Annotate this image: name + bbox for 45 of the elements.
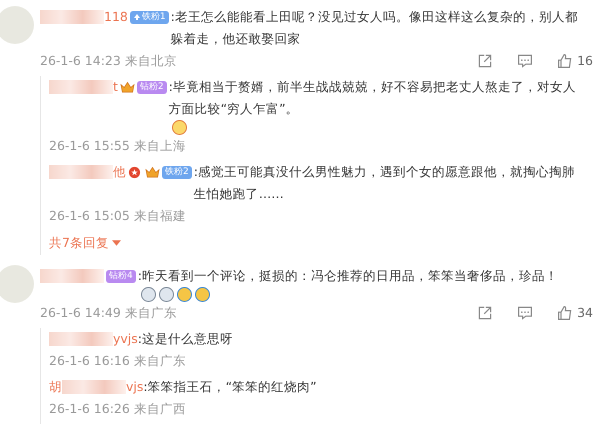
emoji-icon <box>158 287 174 302</box>
more-replies-link[interactable]: 共7条回复 <box>49 231 121 255</box>
comment-time: 26-1-6 14:49 来自广东 <box>40 304 177 322</box>
like-count: 34 <box>577 304 593 322</box>
blurred-username <box>49 165 113 179</box>
caret-icon[interactable] <box>112 240 121 246</box>
blurred-username <box>62 380 126 394</box>
reply-text: :感觉王可能真没什么男性魅力，遇到个女的愿意跟他，就掏心掏肺生怕她跑了…… <box>194 163 576 203</box>
crown-icon <box>120 80 135 94</box>
reply-text: :笨笨指王石，“笨笨的红烧肉” <box>143 378 317 396</box>
username[interactable]: t <box>113 76 118 98</box>
blurred-username <box>40 269 104 283</box>
reply-text: :这是什么意思呀 <box>138 330 233 348</box>
fan-badge: 钻粉2 <box>136 80 167 94</box>
fan-badge: 铁粉2 <box>162 166 192 178</box>
like-icon[interactable] <box>557 305 574 321</box>
reply-time: 26-1-6 15:05 来自福建 <box>49 207 187 225</box>
username[interactable]: 胡 <box>49 376 62 398</box>
share-icon[interactable] <box>477 305 494 321</box>
blurred-username <box>49 80 113 94</box>
comment-text: :昨天看到一个评论，挺损的：冯仑推荐的日用品，笨笨当奢侈品，珍品！ <box>138 267 558 285</box>
blurred-username <box>40 10 104 24</box>
username[interactable]: 他 <box>113 161 126 183</box>
blurred-username <box>49 332 113 346</box>
username[interactable]: 118 <box>104 6 128 28</box>
reply-time: 26-1-6 16:26 来自广西 <box>49 400 187 418</box>
share-icon[interactable] <box>477 53 494 69</box>
emoji-icon <box>176 287 192 302</box>
reply-text: :毕竟相当于赘婿，前半生战战兢兢，好不容易把老丈人熬走了，对女人方面比较“穷人乍富”。 <box>168 78 577 118</box>
comment-text: :老王怎么能能看上田呢？没见过女人吗。像田这样这么复杂的，别人都躲着走，他还敢娶回家 <box>170 8 579 48</box>
emoji-icon <box>172 120 187 135</box>
username[interactable]: yvjs <box>113 328 138 350</box>
comment-time: 26-1-6 14:23 来自北京 <box>40 52 177 70</box>
crown-icon <box>145 166 160 178</box>
like-icon[interactable] <box>557 53 574 69</box>
reply-time: 26-1-6 16:16 来自广东 <box>49 352 187 370</box>
fan-badge: 钻粉4 <box>106 270 136 282</box>
reply-time: 26-1-6 15:55 来自上海 <box>49 137 187 155</box>
comment-icon[interactable] <box>517 53 534 69</box>
username[interactable]: vjs <box>126 376 144 398</box>
emoji-icon <box>194 287 210 302</box>
fan-badge: 铁粉1 <box>130 10 169 24</box>
comment-icon[interactable] <box>517 305 534 321</box>
emoji-icon <box>140 287 156 302</box>
like-count: 16 <box>577 52 593 70</box>
